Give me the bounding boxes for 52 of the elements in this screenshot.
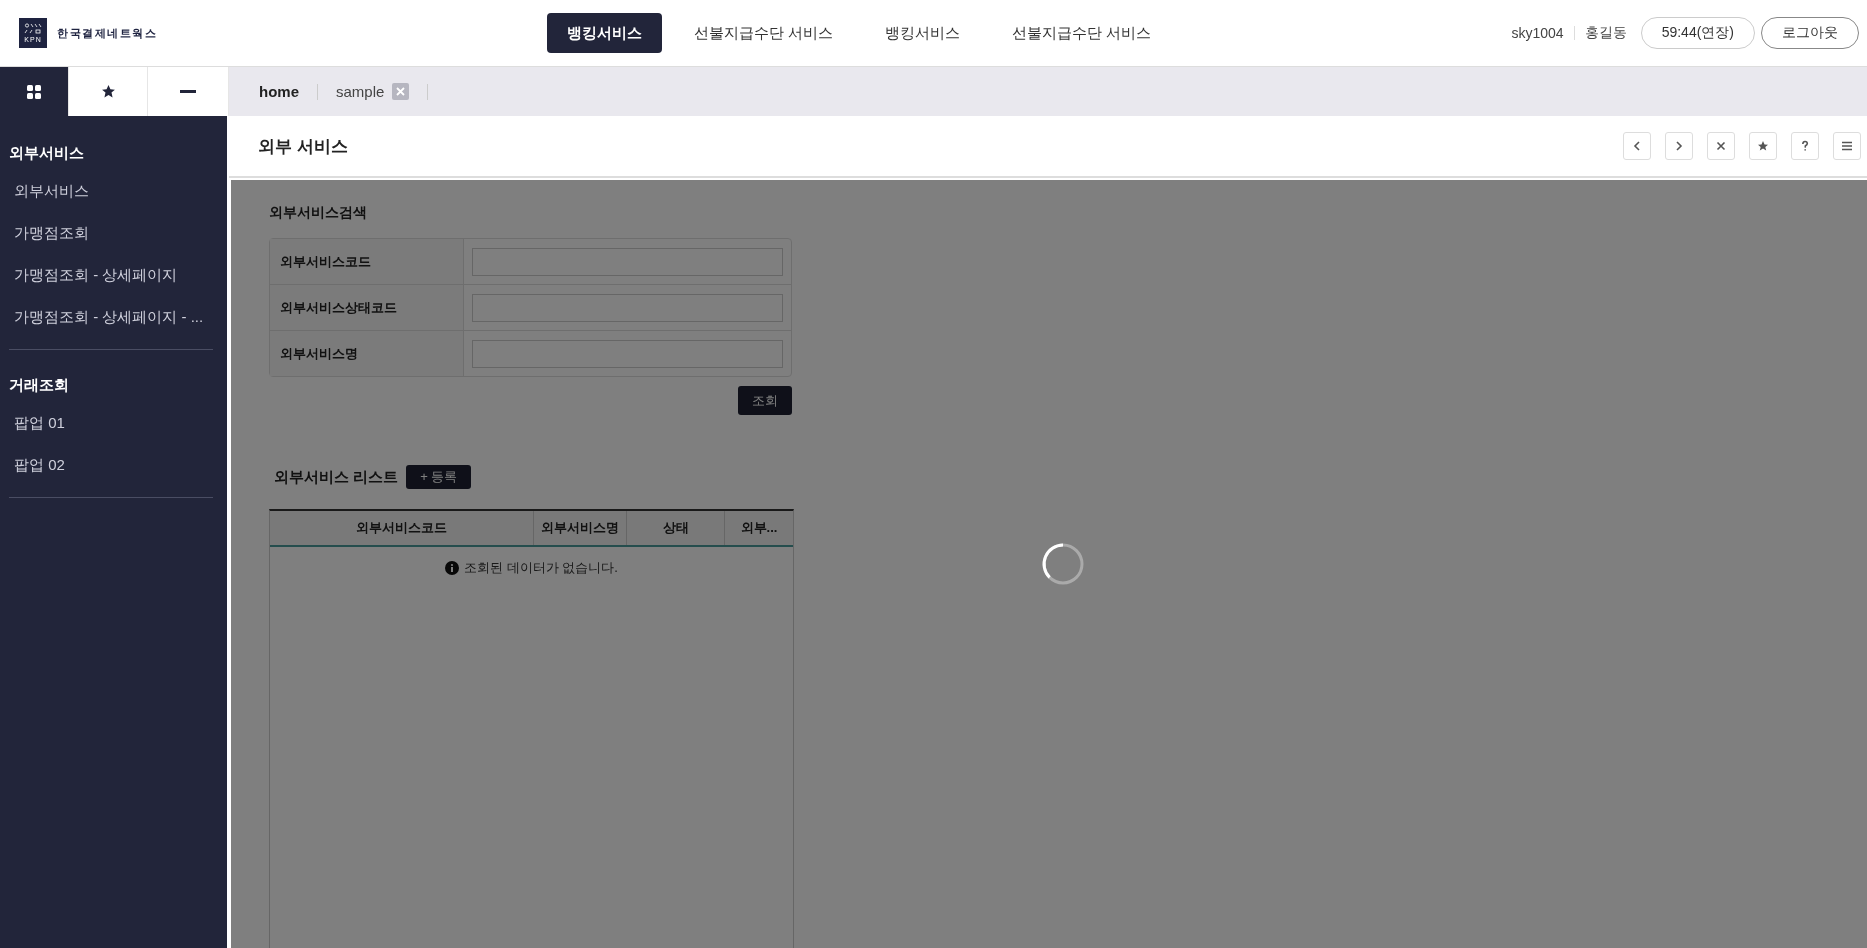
nav-tab[interactable]: 선불지급수단 서비스 [674,13,854,53]
column-header[interactable]: 외부... [725,511,793,545]
close-icon [1714,139,1728,153]
field-label: 외부서비스명 [270,331,464,376]
back-button[interactable] [1623,132,1651,160]
session-timer-button[interactable]: 59:44(연장) [1640,17,1755,49]
user-name: 홍길동 [1584,24,1627,42]
sidebar-item[interactable]: 가맹점조회 - 상세페이지 [9,255,183,297]
sidebar-item[interactable]: 팝업 01 [9,403,70,445]
logout-button[interactable]: 로그아웃 [1761,17,1859,49]
section-title: 외부서비스 리스트 [274,467,399,487]
close-button[interactable] [1707,132,1735,160]
column-header[interactable]: 외부서비스코드 [270,511,534,545]
user-id: sky1004 [1511,25,1564,41]
sidebar-item[interactable]: 가맹점조회 - 상세페이지 - ... [9,297,209,339]
star-icon [100,84,116,99]
grid-icon [27,84,41,99]
page-tab[interactable]: sample [336,83,410,100]
sidebar-item[interactable]: 가맹점조회 [9,213,94,255]
sidebar-group-title: 거래조회 [9,375,70,395]
input-field[interactable] [472,247,783,276]
company-name: 한국결제네트웍스 [57,25,157,41]
empty-message: 조회된 데이터가 없습니다. [464,559,618,577]
column-header[interactable]: 상태 [627,511,725,545]
info-icon [445,561,460,575]
nav-tab[interactable]: 뱅킹서비스 [547,13,662,53]
sidebar-item[interactable]: 외부서비스 [9,171,94,213]
search-button[interactable]: 조회 [738,386,792,415]
minus-icon [180,89,196,94]
page-title: 외부 서비스 [258,135,348,158]
loading-spinner-icon [1041,542,1085,586]
close-icon[interactable] [392,83,410,100]
nav-tab[interactable]: 선불지급수단 서비스 [992,13,1172,53]
menu-button[interactable] [1833,132,1861,160]
menu-icon [1840,139,1854,153]
field-label: 외부서비스상태코드 [270,285,464,330]
page-tab[interactable]: home [259,83,299,100]
input-field[interactable] [472,339,783,368]
sidebar-group-title: 외부서비스 [9,143,85,163]
sidebar-item[interactable]: 팝업 02 [9,445,70,487]
forward-button[interactable] [1665,132,1693,160]
input-field[interactable] [472,293,783,322]
logo-pattern-icon [24,22,42,35]
help-button[interactable] [1791,132,1819,160]
field-label: 외부서비스코드 [270,239,464,284]
nav-tab[interactable]: 뱅킹서비스 [865,13,981,53]
sidebar-tab[interactable] [0,67,69,116]
add-button[interactable]: + 등록 [406,465,472,489]
star-button[interactable] [1749,132,1777,160]
star-icon [1756,139,1770,153]
column-header[interactable]: 외부서비스명 [534,511,627,545]
section-title: 외부서비스검색 [269,204,368,222]
